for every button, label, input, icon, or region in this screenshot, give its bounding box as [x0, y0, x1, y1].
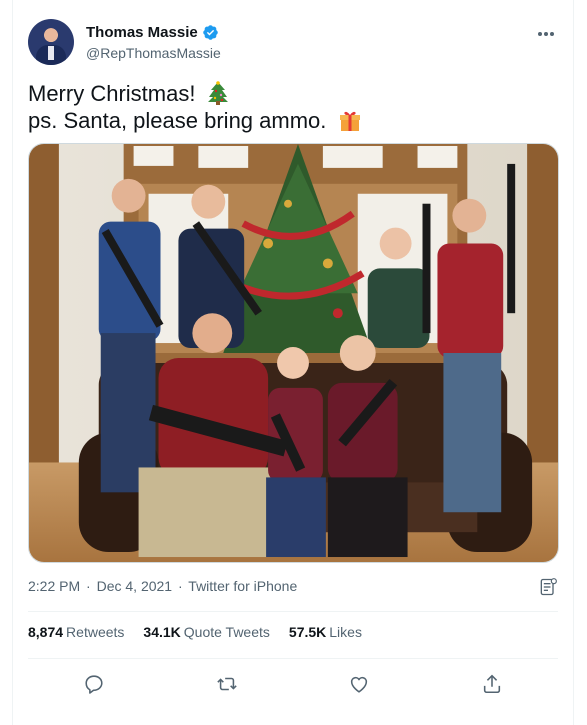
retweet-icon [217, 677, 237, 691]
tweet-card: Thomas Massie @RepThomasMassie Merry Chr… [12, 0, 574, 725]
like-icon [351, 676, 368, 693]
verified-badge-icon [202, 25, 218, 40]
more-icon[interactable] [534, 24, 558, 44]
quote-tweets-stat[interactable]: 34.1K Quote Tweets [143, 624, 270, 640]
reply-button[interactable] [77, 667, 111, 701]
tweet-text-line-2: ps. Santa, please bring ammo. [28, 107, 361, 134]
like-button[interactable] [342, 667, 376, 701]
author-name-row[interactable]: Thomas Massie [86, 24, 219, 41]
divider [28, 658, 558, 659]
tweet-time-link[interactable]: 2:22 PM · Dec 4, 2021 [28, 578, 172, 594]
tweet-line1-text: Merry Christmas! [28, 81, 196, 106]
retweets-stat[interactable]: 8,874 Retweets [28, 624, 124, 640]
family-christmas-photo [29, 144, 558, 562]
share-icon [483, 674, 500, 694]
tweet-source-link[interactable]: Twitter for iPhone [188, 578, 297, 594]
meta-separator: · [177, 578, 183, 594]
share-button[interactable] [475, 667, 509, 701]
avatar[interactable] [28, 19, 74, 65]
author-display-name[interactable]: Thomas Massie [86, 24, 198, 41]
wrapped-gift-emoji-icon [339, 111, 360, 131]
author-handle[interactable]: @RepThomasMassie [86, 45, 221, 61]
likes-stat[interactable]: 57.5K Likes [289, 624, 362, 640]
tweet-photo[interactable] [28, 143, 559, 563]
tweet-text-line-1: Merry Christmas! [28, 80, 361, 107]
reply-icon [85, 675, 103, 694]
retweet-button[interactable] [210, 667, 244, 701]
divider [28, 611, 558, 612]
analytics-icon[interactable] [538, 577, 558, 597]
tweet-text: Merry Christmas! ps. Santa, please bring… [28, 80, 361, 134]
tweet-stats: 8,874 Retweets 34.1K Quote Tweets 57.5K Lik… [28, 624, 362, 640]
tweet-actions [28, 665, 558, 703]
tweet-header: Thomas Massie @RepThomasMassie [28, 16, 558, 68]
tweet-line2-text: ps. Santa, please bring ammo. [28, 108, 327, 133]
tweet-meta: 2:22 PM · Dec 4, 2021 · Twitter for iPho… [28, 578, 297, 594]
christmas-tree-emoji-icon [207, 81, 228, 105]
